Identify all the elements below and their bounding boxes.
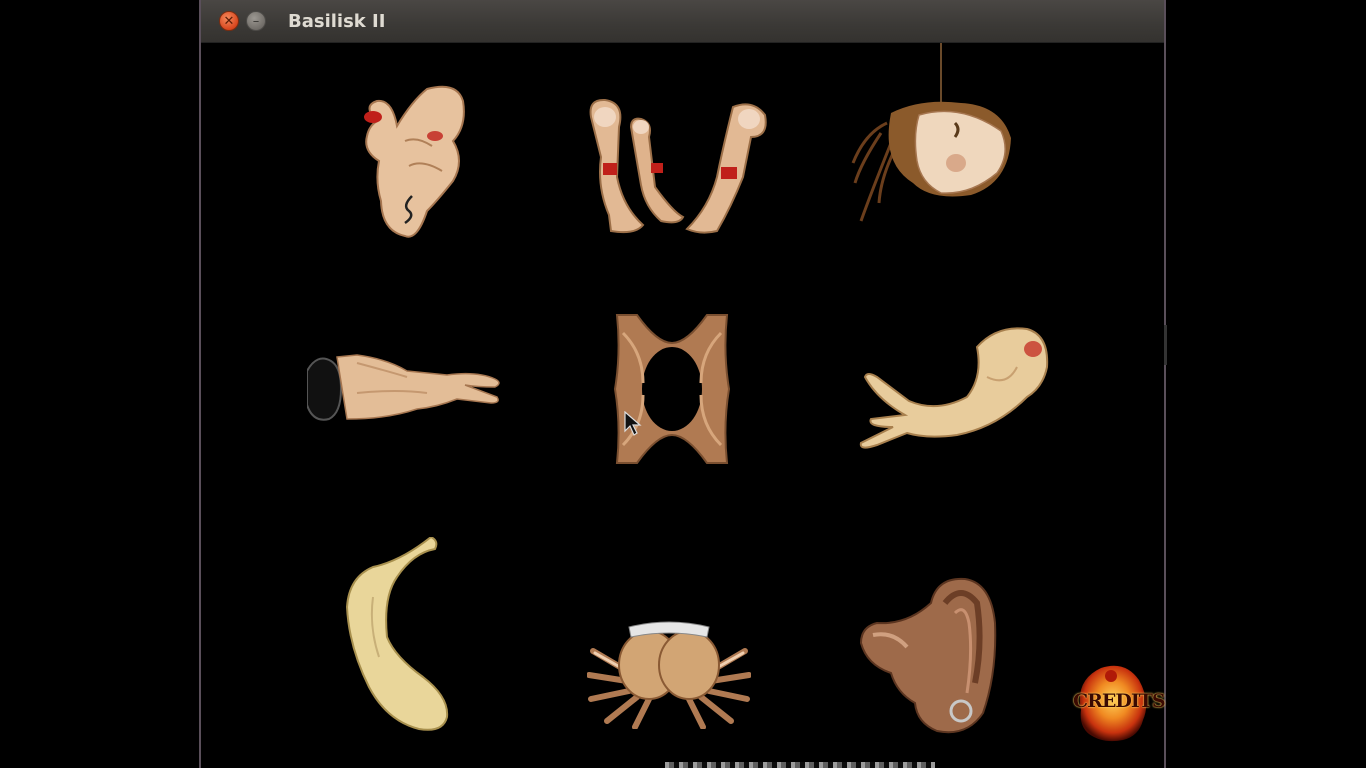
app-window: ✕ – Basilisk II CREDITS (199, 0, 1166, 768)
arm-reaching-figure-icon (307, 354, 500, 421)
horn-hands-figure-icon (859, 327, 1049, 449)
hand-fan-figure-icon (587, 621, 751, 729)
credits-label: CREDITS (1073, 690, 1166, 712)
minimize-button[interactable]: – (246, 11, 266, 31)
tile-hand-flower[interactable] (357, 81, 471, 243)
close-button[interactable]: ✕ (219, 11, 239, 31)
title-bar[interactable]: ✕ – Basilisk II (201, 0, 1164, 43)
tile-arm-hand[interactable] (307, 353, 503, 425)
close-icon: ✕ (223, 13, 235, 29)
credits-button[interactable]: CREDITS (1073, 660, 1166, 744)
ear-shape-figure-icon (859, 577, 997, 734)
tile-hanging-head[interactable] (851, 43, 1013, 225)
tile-three-fingers[interactable] (583, 97, 771, 237)
tile-ear-shape[interactable] (857, 573, 1001, 737)
hands-frame-figure-icon (613, 314, 731, 464)
three-fingers-figure-icon (589, 98, 767, 234)
tile-horn-hands[interactable] (857, 327, 1051, 453)
screen-edge-handle (1164, 325, 1167, 365)
desktop-bottom-strip (665, 762, 935, 768)
tile-hands-frame[interactable] (613, 313, 731, 465)
mouse-cursor-icon (624, 411, 642, 436)
window-title: Basilisk II (288, 10, 386, 32)
game-canvas[interactable]: CREDITS (201, 43, 1166, 768)
bent-limb-figure-icon (345, 537, 449, 731)
tile-hand-fan[interactable] (587, 621, 751, 729)
tile-bent-limb[interactable] (343, 537, 451, 733)
minimize-icon: – (252, 13, 260, 29)
contorted-hand-figure-icon (364, 85, 465, 238)
hanging-head-figure-icon (851, 43, 1011, 222)
